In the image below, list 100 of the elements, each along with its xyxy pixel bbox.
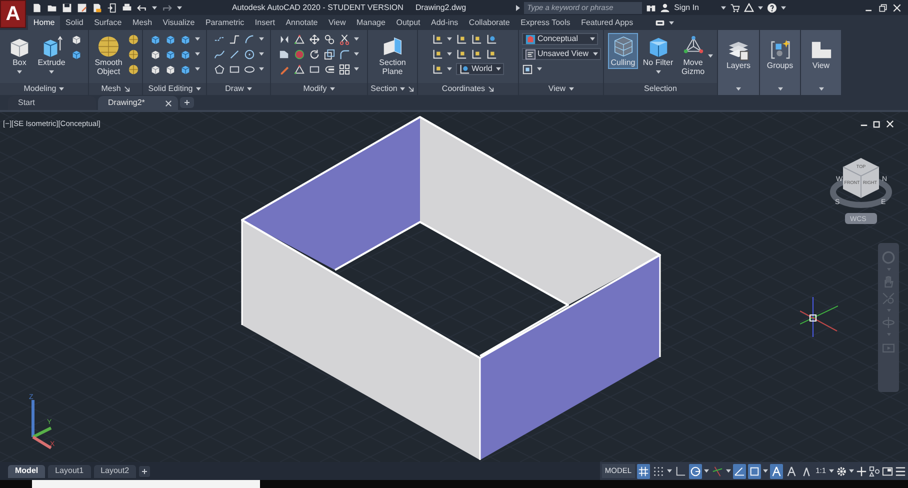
caret-icon[interactable]	[778, 87, 782, 91]
caret-icon[interactable]	[49, 70, 54, 74]
ribbon-tab[interactable]: Parametric	[200, 16, 250, 30]
ribbon-tab[interactable]: Add-ins	[426, 16, 464, 30]
caret-icon[interactable]	[721, 6, 726, 10]
array-icon[interactable]	[339, 64, 350, 74]
caret-icon[interactable]	[152, 6, 157, 10]
extrude-button[interactable]: Extrude	[36, 33, 68, 69]
named-view-dropdown[interactable]: Unsaved View	[522, 48, 600, 60]
caret-icon[interactable]	[829, 469, 834, 473]
caret-icon[interactable]	[194, 37, 200, 41]
ribbon-tab[interactable]: Annotate	[280, 16, 324, 30]
restore-icon[interactable]	[878, 2, 888, 12]
rectangle-icon[interactable]	[309, 64, 320, 74]
ucs-icon[interactable]	[486, 48, 497, 60]
box-button[interactable]: Box	[6, 33, 32, 69]
status-toggle[interactable]	[636, 464, 650, 478]
caret-icon[interactable]	[656, 70, 660, 74]
ribbon-tab[interactable]: Mesh	[127, 16, 158, 30]
status-toggle[interactable]	[732, 464, 746, 478]
cube-icon[interactable]	[150, 64, 160, 74]
smooth-object-button[interactable]: Smooth Object	[92, 33, 124, 78]
launcher-icon[interactable]	[488, 86, 494, 92]
caret-icon[interactable]	[258, 37, 264, 41]
sphere-icon[interactable]	[128, 34, 138, 44]
sphere-icon[interactable]	[128, 48, 138, 60]
ribbon-tab[interactable]: Solid	[60, 16, 89, 30]
plus-icon[interactable]	[856, 466, 867, 476]
cube-icon[interactable]	[180, 34, 190, 44]
cart-icon[interactable]	[730, 2, 740, 12]
ribbon-tab[interactable]: View	[323, 16, 352, 30]
viewport-icon[interactable]	[522, 64, 532, 74]
cube-icon[interactable]	[164, 64, 176, 74]
gear-icon[interactable]	[836, 466, 847, 476]
caret-icon[interactable]	[194, 52, 200, 56]
ribbon-tab[interactable]: Insert	[250, 16, 280, 30]
caret-icon[interactable]	[446, 67, 452, 71]
globe-icon[interactable]	[294, 48, 305, 60]
spline-icon[interactable]	[214, 48, 224, 60]
scissors-icon[interactable]	[339, 34, 350, 44]
rectangle-icon[interactable]	[228, 64, 240, 74]
close-icon[interactable]	[164, 100, 172, 106]
caret-icon[interactable]	[849, 469, 854, 473]
file-tab[interactable]: Drawing2*	[98, 96, 178, 110]
launcher-icon[interactable]	[124, 86, 130, 92]
caret-icon[interactable]	[496, 67, 502, 71]
caret-icon[interactable]	[818, 87, 824, 91]
application-menu-button[interactable]: A	[0, 0, 26, 28]
coordinate-system-dropdown[interactable]: World	[456, 63, 504, 75]
new-file-icon[interactable]	[32, 2, 42, 12]
caret-icon[interactable]	[258, 67, 264, 71]
launcher-icon[interactable]	[408, 86, 414, 92]
offset-icon[interactable]	[324, 64, 335, 74]
caret-icon[interactable]	[330, 87, 335, 91]
cube-icon[interactable]	[164, 34, 176, 44]
status-toggle[interactable]	[770, 464, 783, 478]
circle-icon[interactable]	[244, 48, 254, 60]
caret-icon[interactable]	[666, 469, 672, 473]
caret-icon[interactable]	[17, 70, 22, 74]
window-icon[interactable]	[882, 466, 893, 476]
document-icon[interactable]	[92, 2, 102, 12]
ribbon-tab[interactable]: Output	[390, 16, 426, 30]
caret-icon[interactable]	[196, 87, 201, 91]
ribbon-tab[interactable]: Collaborate	[464, 16, 516, 30]
triangle-icon[interactable]	[294, 34, 305, 44]
caret-icon[interactable]	[726, 469, 731, 473]
ribbon-tab[interactable]: Surface	[88, 16, 128, 30]
caret-icon[interactable]	[446, 52, 452, 56]
ucs-icon[interactable]	[432, 34, 443, 44]
cube-icon[interactable]	[180, 48, 190, 60]
layout-tab[interactable]: Layout1	[48, 464, 91, 478]
caret-icon[interactable]	[354, 52, 359, 56]
status-toggle[interactable]	[748, 464, 761, 478]
visual-style-dropdown[interactable]: Conceptual	[522, 33, 598, 45]
scale-icon[interactable]	[324, 48, 335, 60]
caret-icon[interactable]	[246, 87, 252, 91]
layout-tab[interactable]: Model	[8, 464, 46, 478]
ribbon-tab[interactable]: Home	[28, 16, 60, 30]
caret-icon[interactable]	[354, 37, 359, 41]
stretch-icon[interactable]	[279, 48, 290, 60]
arc-icon[interactable]	[244, 34, 254, 44]
print-icon[interactable]	[122, 2, 132, 12]
mirror-icon[interactable]	[279, 34, 290, 44]
rotate-icon[interactable]	[309, 48, 320, 60]
caret-icon[interactable]	[590, 37, 594, 41]
menu-icon[interactable]	[895, 466, 906, 476]
caret-icon[interactable]	[177, 6, 182, 10]
save-icon[interactable]	[62, 2, 72, 12]
ucs-icon[interactable]	[432, 64, 443, 74]
polyline-icon[interactable]	[228, 34, 240, 44]
culling-button[interactable]: Culling	[608, 33, 638, 69]
caret-icon[interactable]	[736, 87, 741, 91]
caret-icon[interactable]	[446, 37, 452, 41]
copy-icon[interactable]	[324, 34, 335, 44]
ribbon-tab[interactable]: Express Tools	[515, 16, 576, 30]
cube-icon[interactable]	[150, 48, 160, 60]
ribbon-toggle-icon[interactable]	[654, 18, 664, 28]
view-cube-drawing[interactable]	[830, 158, 892, 208]
ucs-icon[interactable]	[456, 34, 467, 44]
ribbon-tab[interactable]: Visualize	[157, 16, 200, 30]
